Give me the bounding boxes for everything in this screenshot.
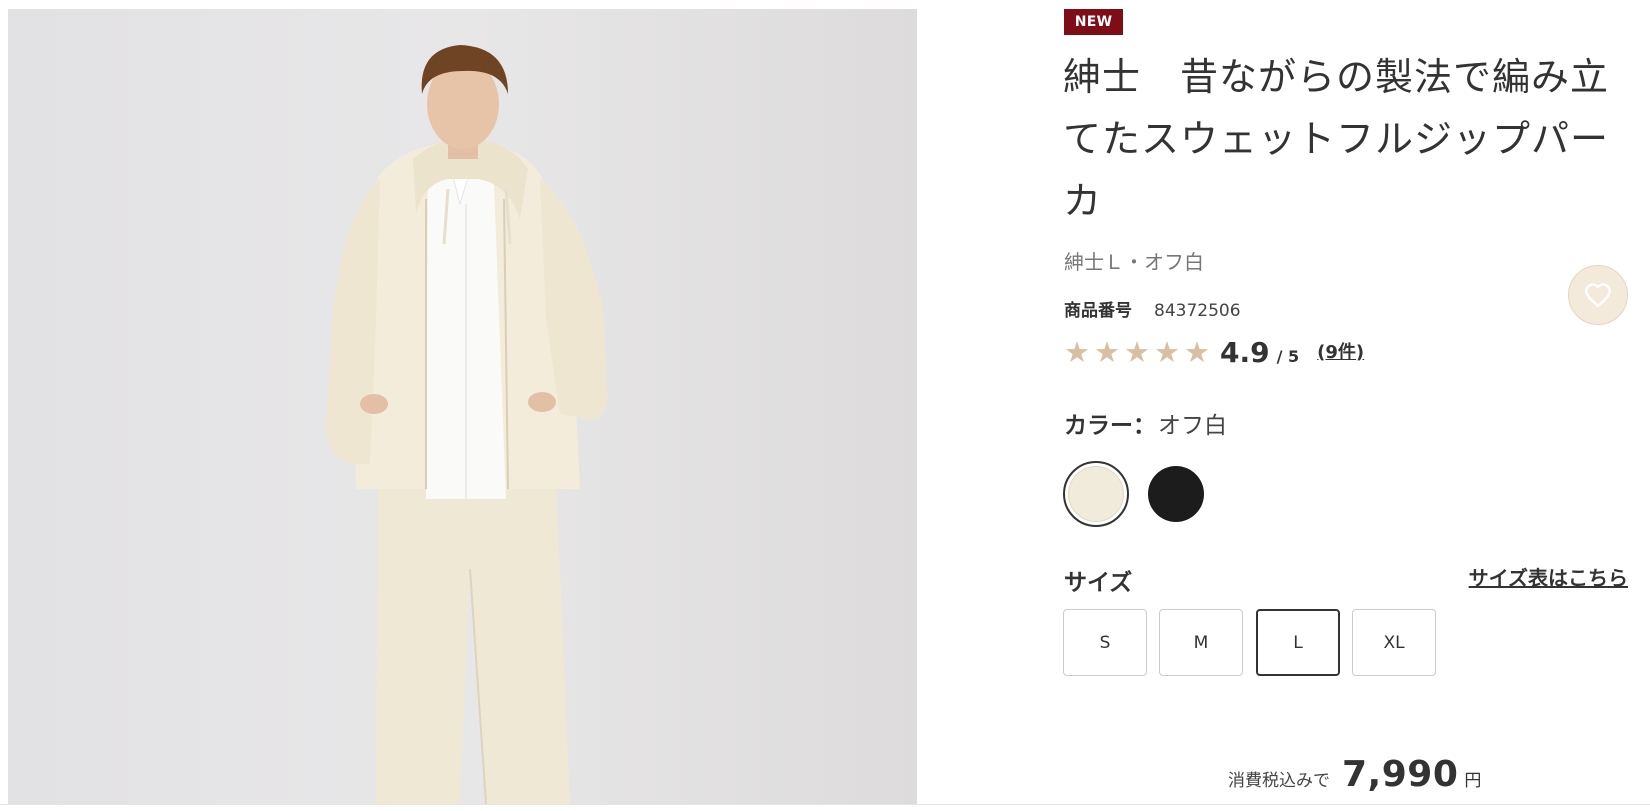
star-icon: ★	[1064, 335, 1090, 369]
product-image[interactable]	[8, 9, 917, 804]
product-number-value: 84372506	[1154, 301, 1241, 321]
size-option-s[interactable]: S	[1063, 609, 1147, 676]
review-count-link[interactable]: (9件)	[1317, 338, 1364, 364]
rating-max: / 5	[1276, 347, 1300, 366]
product-number: 商品番号 84372506	[1064, 296, 1241, 321]
size-option-xl[interactable]: XL	[1352, 609, 1436, 676]
product-title: 紳士 昔ながらの製法で編み立てたスウェットフルジップパーカ	[1063, 55, 1610, 223]
heart-icon	[1585, 283, 1611, 308]
size-option-l[interactable]: L	[1256, 609, 1340, 676]
star-icon: ★	[1154, 335, 1180, 369]
product-photo-illustration	[8, 9, 917, 804]
selected-variant: 紳士Ｌ・オフ白	[1064, 250, 1204, 274]
color-selector-label: カラー： オフ白	[1064, 406, 1227, 440]
size-chart-link[interactable]: サイズ表はこちら	[1469, 562, 1628, 591]
star-icon: ★	[1094, 335, 1120, 369]
price-value: 7,990	[1342, 754, 1459, 795]
color-label: カラー：	[1064, 413, 1156, 439]
rating-score: 4.9	[1220, 336, 1270, 369]
price: 消費税込みで 7,990 円	[1228, 754, 1481, 795]
star-icon: ★	[1184, 335, 1210, 369]
color-swatch-black[interactable]	[1143, 461, 1209, 527]
new-badge: NEW	[1064, 9, 1123, 35]
star-icon: ★	[1124, 335, 1150, 369]
product-detail-page: NEW 紳士 昔ながらの製法で編み立てたスウェットフルジップパーカ 紳士Ｌ・オフ…	[0, 0, 1650, 811]
divider	[0, 804, 1650, 805]
color-selected-value: オフ白	[1158, 413, 1227, 439]
swatch-fill	[1148, 466, 1204, 522]
product-number-label: 商品番号	[1064, 301, 1132, 321]
price-prefix: 消費税込みで	[1228, 771, 1330, 791]
swatch-fill	[1068, 466, 1124, 522]
size-label: サイズ	[1064, 570, 1133, 596]
rating-stars: ★ ★ ★ ★ ★	[1064, 338, 1210, 367]
price-unit: 円	[1464, 771, 1482, 791]
wishlist-button[interactable]	[1568, 265, 1628, 325]
rating: ★ ★ ★ ★ ★ 4.9 / 5 (9件)	[1064, 336, 1364, 369]
color-swatch-off-white[interactable]	[1063, 461, 1129, 527]
size-option-m[interactable]: M	[1159, 609, 1243, 676]
